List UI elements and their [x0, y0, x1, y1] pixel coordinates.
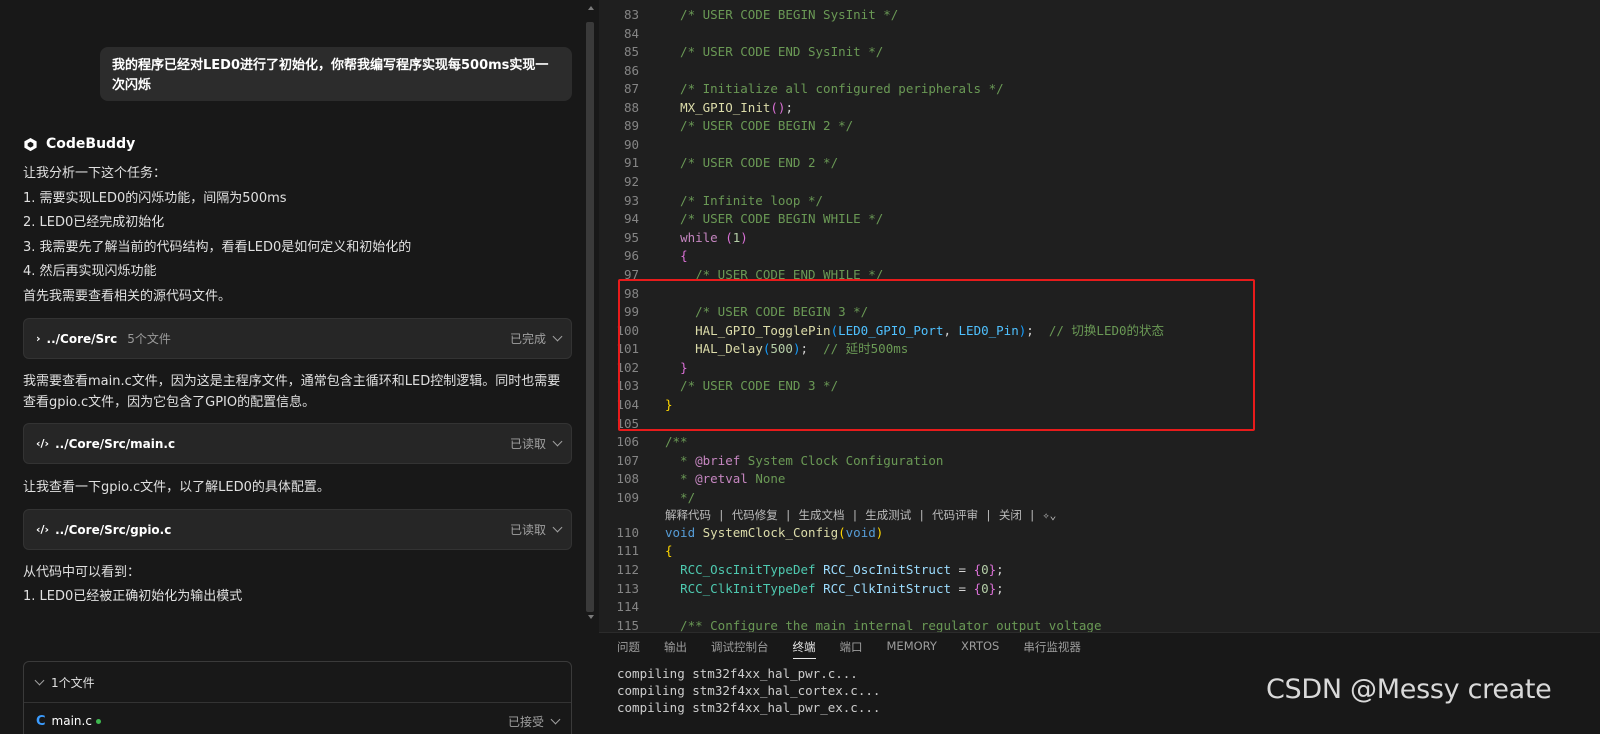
bot-intro: 让我分析一下这个任务： — [23, 166, 167, 181]
bot-text: 让我查看一下gpio.c文件，以了解LED0的具体配置。 — [23, 480, 330, 495]
chat-panel: 我的程序已经对LED0进行了初始化，你帮我编写程序实现每500ms实现一次闪烁 … — [0, 0, 599, 734]
card-meta: 5个文件 — [127, 332, 171, 346]
code-line: * @retval None — [665, 471, 786, 486]
code-lens-actions[interactable]: 解释代码 | 代码修复 | 生成文档 | 生成测试 | 代码评审 | 关闭 | … — [665, 507, 1056, 524]
highlight-annotation-box — [618, 279, 1255, 431]
code-line: /* USER CODE BEGIN SysInit */ — [665, 7, 899, 22]
user-message: 我的程序已经对LED0进行了初始化，你帮我编写程序实现每500ms实现一次闪烁 — [100, 47, 572, 101]
chevron-down-icon — [552, 436, 563, 447]
code-line: while (1) — [680, 230, 748, 245]
card-path: ../Core/Src/main.c — [55, 436, 176, 451]
code-line: { — [680, 248, 688, 263]
bot-step: 4. 然后再实现闪烁功能 — [23, 264, 157, 279]
chevron-down-icon — [552, 331, 563, 342]
code-line: /* Initialize all configured peripherals… — [665, 81, 1004, 96]
chevron-right-icon: › — [36, 332, 41, 345]
code-line: RCC_ClkInitTypeDef RCC_ClkInitStruct = {… — [680, 581, 1004, 596]
code-line: RCC_OscInitTypeDef RCC_OscInitStruct = {… — [680, 562, 1004, 577]
terminal-line: compiling stm32f4xx_hal_pwr.c... — [617, 666, 858, 681]
scroll-down-icon[interactable] — [588, 615, 594, 619]
card-gpio-c[interactable]: ‹/› ../Core/Src/gpio.c 已读取 — [23, 509, 572, 550]
code-line: /* USER CODE END 2 */ — [665, 155, 839, 170]
scroll-up-icon[interactable] — [588, 6, 594, 10]
terminal-output[interactable]: compiling stm32f4xx_hal_pwr.c... compilin… — [617, 665, 880, 716]
code-line: /* USER CODE BEGIN WHILE */ — [665, 211, 884, 226]
modified-dot-icon — [95, 718, 101, 724]
tab-memory[interactable]: MEMORY — [887, 639, 937, 659]
bot-step: 3. 我需要先了解当前的代码结构，看看LED0是如何定义和初始化的 — [23, 240, 412, 255]
code-line: /** — [665, 434, 688, 449]
card-core-src[interactable]: › ../Core/Src 5个文件 已完成 — [23, 318, 572, 359]
card-path: ../Core/Src/gpio.c — [55, 522, 172, 537]
chevron-down-icon — [552, 522, 563, 533]
chevron-down-icon — [34, 675, 45, 686]
file-name: main.c — [51, 714, 92, 728]
code-line: { — [665, 543, 673, 558]
bot-header: CodeBuddy — [23, 133, 135, 155]
bot-name: CodeBuddy — [46, 136, 136, 152]
card-status: 已读取 — [510, 521, 563, 538]
tab-output[interactable]: 输出 — [664, 639, 687, 659]
file-status: 已接受 — [508, 713, 561, 730]
code-line: /* Infinite loop */ — [665, 193, 824, 208]
terminal-line: compiling stm32f4xx_hal_cortex.c... — [617, 683, 881, 698]
card-main-c[interactable]: ‹/› ../Core/Src/main.c 已读取 — [23, 423, 572, 464]
sparkle-icon[interactable]: ✧⌄ — [1043, 508, 1057, 522]
changed-files-box: 1个文件 C main.c 已接受 — [23, 661, 572, 734]
code-line: * @brief System Clock Configuration — [665, 453, 944, 468]
codebuddy-logo-icon — [24, 137, 37, 151]
bot-text: 我需要查看main.c文件，因为这是主程序文件，通常包含主循环和LED控制逻辑。… — [23, 374, 561, 410]
tab-terminal[interactable]: 终端 — [792, 639, 816, 659]
code-line: MX_GPIO_Init(); — [680, 100, 793, 115]
terminal-line: compiling stm32f4xx_hal_pwr_ex.c... — [617, 700, 881, 715]
code-line: void SystemClock_Config(void) — [665, 525, 884, 540]
bot-step: 2. LED0已经完成初始化 — [23, 215, 165, 230]
tab-ports[interactable]: 端口 — [840, 639, 863, 659]
code-line: /* USER CODE BEGIN 2 */ — [665, 118, 854, 133]
code-icon: ‹/› — [36, 437, 50, 450]
bot-text: 首先我需要查看相关的源代码文件。 — [23, 289, 232, 304]
changed-files-header[interactable]: 1个文件 — [24, 662, 571, 703]
card-status: 已读取 — [510, 435, 563, 452]
chat-scrollbar[interactable] — [586, 22, 594, 612]
bot-text: 从代码中可以看到： — [23, 565, 141, 580]
panel-tabs: 问题 输出 调试控制台 终端 端口 MEMORY XRTOS 串行监视器 — [617, 639, 1105, 659]
bot-text: 1. LED0已经被正确初始化为输出模式 — [23, 589, 243, 604]
tab-problems[interactable]: 问题 — [617, 639, 640, 659]
bot-step: 1. 需要实现LED0的闪烁功能，间隔为500ms — [23, 191, 287, 206]
tab-serial-monitor[interactable]: 串行监视器 — [1023, 639, 1081, 659]
c-file-icon: C — [36, 713, 46, 729]
watermark: CSDN @Messy create — [1266, 674, 1552, 705]
code-line: */ — [665, 490, 696, 505]
tab-debug-console[interactable]: 调试控制台 — [711, 639, 769, 659]
card-status: 已完成 — [510, 330, 563, 347]
card-path: ../Core/Src — [46, 331, 118, 346]
tab-xrtos[interactable]: XRTOS — [961, 639, 999, 659]
code-icon: ‹/› — [36, 523, 50, 536]
changed-file-row[interactable]: C main.c 已接受 — [24, 703, 571, 734]
code-line: /* USER CODE END SysInit */ — [665, 44, 884, 59]
chevron-down-icon — [550, 714, 561, 724]
